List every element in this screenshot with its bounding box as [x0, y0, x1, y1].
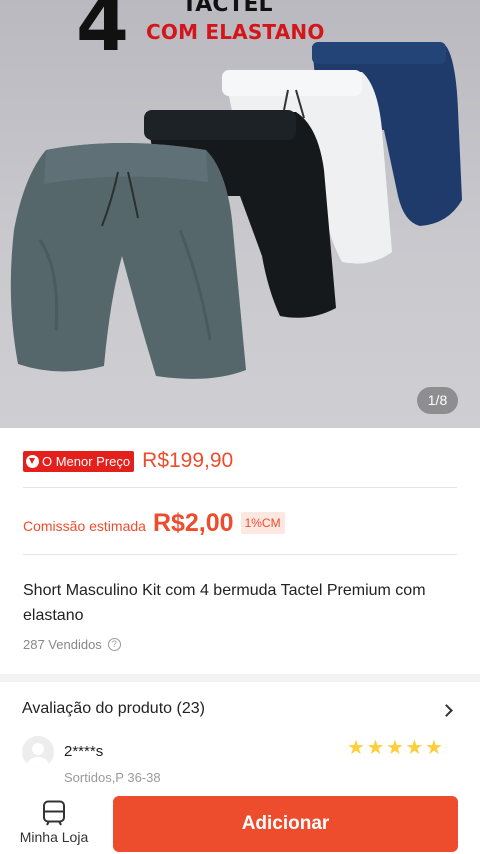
- lowest-price-label: O Menor Preço: [42, 453, 131, 469]
- commission-label: Comissão estimada: [23, 518, 146, 534]
- brand-text-line1: TACTEL: [182, 0, 273, 17]
- star-icon: ★: [425, 735, 443, 759]
- star-icon: ★: [347, 735, 365, 759]
- shorts-illustration: [10, 42, 462, 379]
- star-icon: ★: [405, 735, 424, 759]
- image-page-indicator: 1/8: [417, 387, 458, 414]
- reviews-title[interactable]: Avaliação do produto (23): [22, 700, 205, 718]
- lowest-price-tag: O Menor Preço: [23, 450, 135, 472]
- chevron-right-icon[interactable]: [440, 704, 453, 717]
- avatar-icon: [22, 736, 54, 768]
- sold-count-row[interactable]: 287 Vendidos ?: [23, 637, 121, 652]
- review-username: 2****s: [64, 743, 104, 760]
- review-rating: ★ ★ ★ ★ ★: [347, 735, 445, 759]
- star-icon: ★: [366, 735, 385, 759]
- commission-percent-badge: 1%CM: [240, 512, 285, 534]
- product-image[interactable]: 4 TACTEL COM ELASTANO 1/8: [0, 0, 480, 428]
- divider: [23, 554, 457, 555]
- help-icon[interactable]: ?: [107, 638, 121, 651]
- bottom-action-bar: Minha Loja Adicionar: [0, 788, 480, 854]
- commission-value: R$2,00: [152, 508, 234, 537]
- my-store-button[interactable]: Minha Loja: [14, 800, 94, 845]
- section-separator: [0, 674, 480, 682]
- kit-count-badge: 4: [76, 0, 129, 68]
- product-title: Short Masculino Kit com 4 bermuda Tactel…: [23, 582, 426, 624]
- add-button[interactable]: Adicionar: [113, 796, 458, 852]
- commission-row: Comissão estimada R$2,00 1%CM: [23, 506, 285, 540]
- star-icon: ★: [386, 735, 404, 759]
- price-row: O Menor Preço R$199,90: [23, 447, 233, 475]
- divider: [23, 487, 457, 488]
- review-variant: Sortidos,P 36-38: [64, 770, 161, 785]
- product-price: R$199,90: [142, 449, 234, 472]
- arrow-down-icon: [26, 454, 39, 468]
- sold-count: 287 Vendidos: [23, 637, 102, 652]
- store-icon: [43, 800, 65, 826]
- my-store-label: Minha Loja: [19, 829, 89, 845]
- brand-text-line2: COM ELASTANO: [146, 20, 325, 44]
